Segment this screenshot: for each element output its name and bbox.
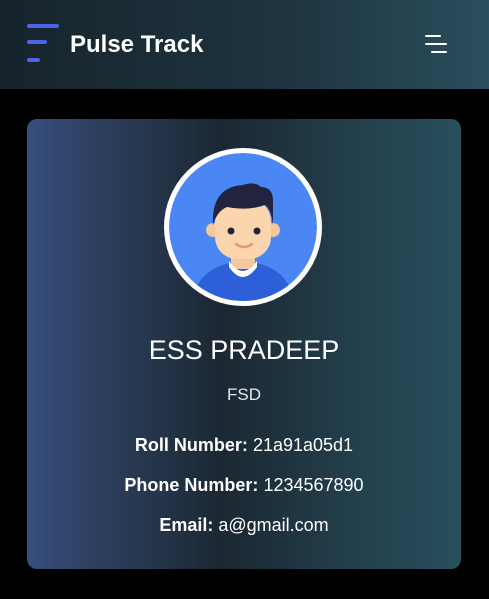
user-avatar-icon [164,148,322,306]
hamburger-menu-icon[interactable] [418,30,454,58]
phone-number-row: Phone Number: 1234567890 [27,473,461,497]
email-value: a@gmail.com [218,515,329,535]
navbar: Pulse Track [0,0,489,89]
phone-number-value: 1234567890 [263,475,364,495]
phone-number-label: Phone Number: [124,475,259,495]
bars-logo-icon[interactable] [27,22,61,66]
roll-number-value: 21a91a05d1 [252,435,354,455]
brand-title[interactable]: Pulse Track [70,30,203,60]
profile-name: ESS PRADEEP [148,335,340,365]
roll-number-row: Roll Number: 21a91a05d1 [27,433,461,457]
email-label: Email: [159,515,214,535]
profile-role: FSD [227,385,261,404]
profile-card: ESS PRADEEP FSD Roll Number: 21a91a05d1 … [27,119,461,569]
roll-number-label: Roll Number: [134,435,248,455]
email-row: Email: a@gmail.com [27,513,461,537]
